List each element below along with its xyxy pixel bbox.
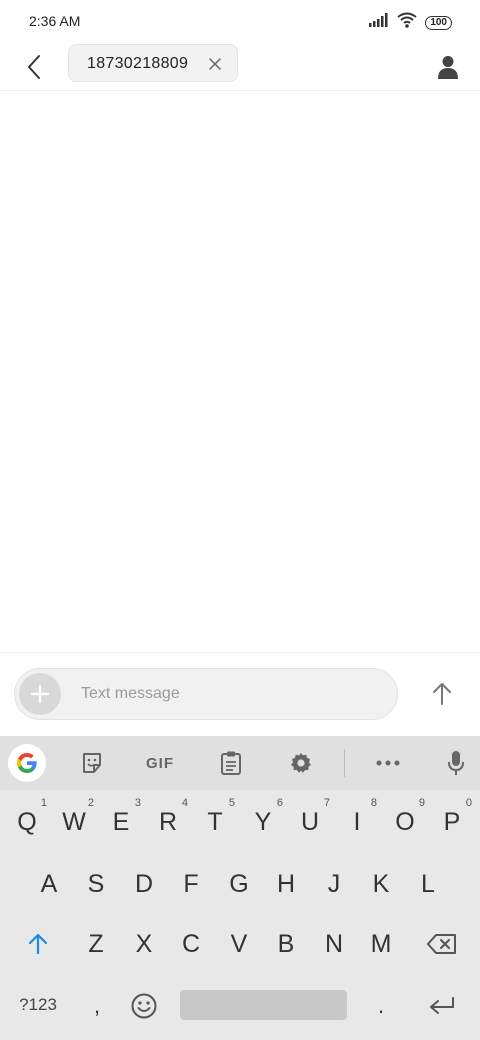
voice-input-button[interactable] bbox=[436, 744, 476, 782]
keyboard: GIF Q 1 W 2 E 3 R 4 T 5 Y 6 U 7 I 8 O 9 … bbox=[0, 736, 480, 1040]
key-d[interactable]: D bbox=[124, 862, 164, 906]
clipboard-icon bbox=[221, 751, 241, 775]
key-x[interactable]: X bbox=[124, 922, 164, 966]
key-hint: 4 bbox=[181, 797, 188, 809]
back-button[interactable] bbox=[20, 50, 48, 84]
comma-key[interactable]: , bbox=[77, 984, 117, 1028]
keyboard-toolbar: GIF bbox=[0, 736, 480, 790]
wifi-icon bbox=[397, 12, 417, 33]
period-key[interactable]: . bbox=[361, 984, 401, 1028]
key-e[interactable]: E3 bbox=[101, 797, 141, 844]
key-g[interactable]: G bbox=[219, 862, 259, 906]
message-input[interactable]: Text message bbox=[14, 668, 398, 720]
key-c[interactable]: C bbox=[171, 922, 211, 966]
key-i[interactable]: I8 bbox=[337, 797, 377, 844]
key-o[interactable]: O9 bbox=[385, 797, 425, 844]
key-v[interactable]: V bbox=[219, 922, 259, 966]
status-bar: 2:36 AM 100 bbox=[0, 0, 480, 44]
gear-icon bbox=[291, 753, 311, 773]
close-icon[interactable] bbox=[209, 57, 221, 70]
recipient-chip[interactable]: 18730218809 bbox=[68, 44, 238, 82]
key-hint: 1 bbox=[40, 797, 47, 809]
contact-button[interactable] bbox=[432, 50, 464, 84]
key-hint: 9 bbox=[418, 797, 425, 809]
key-u[interactable]: U7 bbox=[290, 797, 330, 844]
key-n[interactable]: N bbox=[314, 922, 354, 966]
signal-icon bbox=[369, 13, 389, 32]
key-h[interactable]: H bbox=[266, 862, 306, 906]
key-hint: 3 bbox=[134, 797, 141, 809]
person-icon bbox=[438, 56, 458, 79]
clipboard-button[interactable] bbox=[211, 744, 251, 782]
key-hint: 0 bbox=[465, 797, 472, 809]
gif-label: GIF bbox=[146, 754, 174, 772]
emoji-icon bbox=[131, 993, 157, 1019]
key-s[interactable]: S bbox=[76, 862, 116, 906]
attach-button[interactable] bbox=[19, 673, 61, 715]
space-key[interactable] bbox=[180, 990, 347, 1020]
gif-button[interactable]: GIF bbox=[140, 744, 180, 782]
conversation-header: 18730218809 bbox=[0, 44, 480, 91]
recipient-number: 18730218809 bbox=[87, 55, 189, 72]
backspace-icon bbox=[427, 934, 456, 954]
key-a[interactable]: A bbox=[29, 862, 69, 906]
status-time: 2:36 AM bbox=[29, 13, 81, 29]
shift-arrow-icon bbox=[28, 933, 48, 955]
microphone-icon bbox=[448, 751, 464, 775]
symbols-key[interactable]: ?123 bbox=[10, 988, 66, 1022]
arrow-up-icon bbox=[433, 683, 451, 705]
message-list bbox=[0, 91, 480, 652]
back-arrow-icon bbox=[28, 55, 40, 79]
key-w[interactable]: W2 bbox=[54, 797, 94, 844]
key-y[interactable]: Y6 bbox=[243, 797, 283, 844]
key-z[interactable]: Z bbox=[76, 922, 116, 966]
battery-indicator: 100 bbox=[425, 15, 452, 30]
key-k[interactable]: K bbox=[361, 862, 401, 906]
key-j[interactable]: J bbox=[314, 862, 354, 906]
key-p[interactable]: P0 bbox=[432, 797, 472, 844]
key-f[interactable]: F bbox=[171, 862, 211, 906]
key-t[interactable]: T5 bbox=[195, 797, 235, 844]
status-icons: 100 bbox=[369, 12, 452, 33]
plus-icon bbox=[30, 684, 50, 704]
more-horiz-icon bbox=[376, 760, 400, 766]
google-search-button[interactable] bbox=[8, 744, 46, 782]
compose-bar: Text message bbox=[0, 652, 480, 737]
backspace-key[interactable] bbox=[420, 922, 464, 966]
key-q[interactable]: Q1 bbox=[7, 797, 47, 844]
emoji-key[interactable] bbox=[124, 984, 164, 1028]
key-r[interactable]: R4 bbox=[148, 797, 188, 844]
shift-key[interactable] bbox=[18, 922, 58, 966]
message-placeholder: Text message bbox=[81, 685, 180, 702]
enter-arrow-icon bbox=[430, 997, 454, 1014]
sticker-icon bbox=[83, 753, 101, 773]
key-hint: 2 bbox=[87, 797, 94, 809]
toolbar-divider bbox=[344, 749, 345, 777]
enter-key[interactable] bbox=[420, 984, 464, 1028]
send-button[interactable] bbox=[424, 677, 460, 711]
more-options-button[interactable] bbox=[368, 744, 408, 782]
key-hint: 6 bbox=[276, 797, 283, 809]
key-hint: 7 bbox=[323, 797, 330, 809]
key-hint: 5 bbox=[228, 797, 235, 809]
key-hint: 8 bbox=[370, 797, 377, 809]
key-b[interactable]: B bbox=[266, 922, 306, 966]
sticker-button[interactable] bbox=[72, 744, 112, 782]
key-m[interactable]: M bbox=[361, 922, 401, 966]
key-l[interactable]: L bbox=[408, 862, 448, 906]
settings-button[interactable] bbox=[281, 744, 321, 782]
google-icon bbox=[17, 753, 37, 773]
